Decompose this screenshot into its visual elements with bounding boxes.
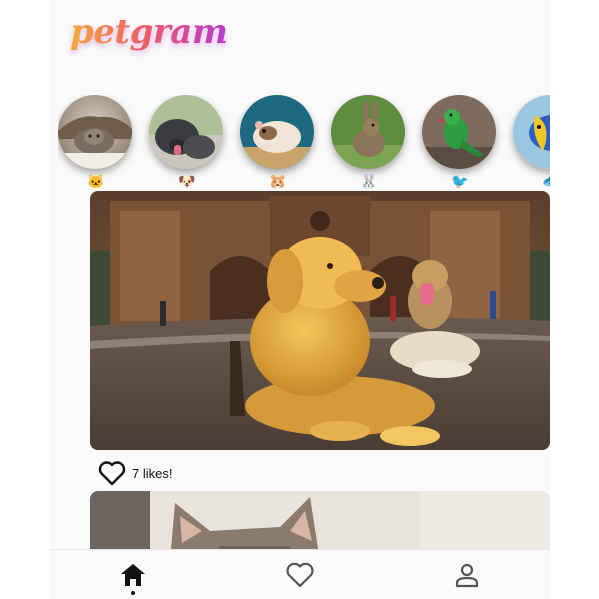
category-item-bird[interactable]: 🐦 xyxy=(422,95,498,195)
bottom-nav xyxy=(50,549,550,599)
category-avatar[interactable] xyxy=(240,95,314,169)
post-photo-dogs[interactable] xyxy=(90,191,550,450)
category-avatar[interactable] xyxy=(58,95,132,169)
category-item-dog[interactable]: 🐶 xyxy=(149,95,225,195)
post-likes-row: 7 likes! xyxy=(97,459,172,487)
category-item-hamster[interactable]: 🐹 xyxy=(240,95,316,195)
category-emoji: 🐰 xyxy=(360,173,378,189)
category-emoji: 🐶 xyxy=(178,173,196,189)
active-indicator xyxy=(131,591,136,595)
category-avatar[interactable] xyxy=(149,95,223,169)
heart-icon xyxy=(286,562,314,588)
category-item-cat[interactable]: 🐱 xyxy=(58,95,134,195)
nav-favorites[interactable] xyxy=(217,550,384,599)
category-emoji: 🐱 xyxy=(87,173,105,189)
category-emoji: 🐦 xyxy=(451,173,469,189)
category-avatar[interactable] xyxy=(331,95,405,169)
category-avatar[interactable] xyxy=(422,95,496,169)
heart-outline-icon xyxy=(98,461,126,486)
category-item-fish[interactable]: 🐟 xyxy=(513,95,550,195)
home-icon xyxy=(121,564,146,586)
app-logo[interactable]: petgram xyxy=(70,12,228,52)
app-container: petgram 🐱 🐶 🐹 🐰 🐦 7 likes! xyxy=(50,0,550,599)
category-item-rabbit[interactable]: 🐰 xyxy=(331,95,407,195)
category-emoji: 🐟 xyxy=(513,172,550,190)
nav-profile[interactable] xyxy=(383,550,550,599)
nav-home[interactable] xyxy=(50,550,217,599)
categories-list: 🐱 🐶 🐹 🐰 🐦 xyxy=(58,95,550,195)
likes-count: 7 likes! xyxy=(132,465,173,481)
category-emoji: 🐹 xyxy=(269,173,287,189)
like-button[interactable] xyxy=(97,459,127,487)
user-icon xyxy=(455,563,478,588)
category-avatar[interactable] xyxy=(513,95,550,169)
